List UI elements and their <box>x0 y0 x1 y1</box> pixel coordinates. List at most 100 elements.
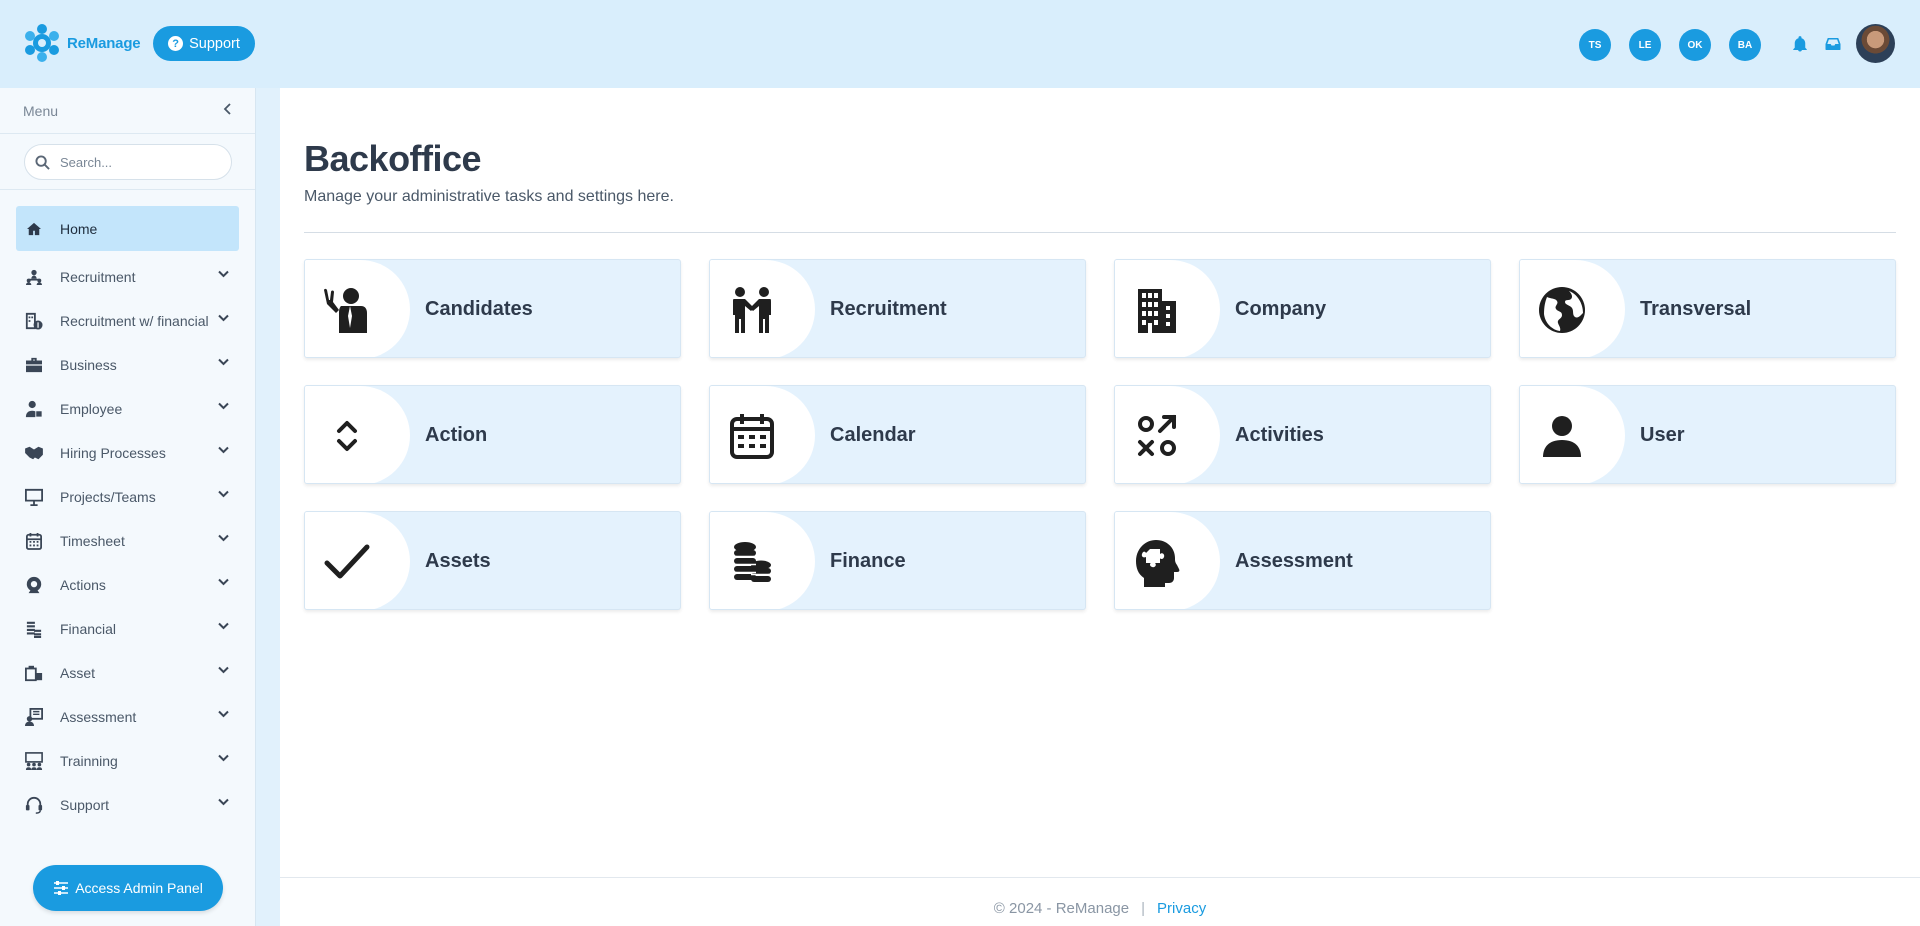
app-logo[interactable]: ReManage <box>22 23 141 63</box>
card-assessment[interactable]: Assessment <box>1114 511 1491 610</box>
people-handshake-icon <box>732 286 771 333</box>
sidebar-item-employee[interactable]: Employee <box>16 387 239 431</box>
chevron-down-icon <box>218 798 229 806</box>
sidebar-item-label: Employee <box>60 401 123 417</box>
user-chip-le[interactable]: LE <box>1629 29 1661 61</box>
card-label: Calendar <box>830 424 916 446</box>
chevron-down-icon <box>218 622 229 630</box>
logo-text: ReManage <box>67 34 141 52</box>
bell-icon[interactable] <box>1791 35 1809 53</box>
chevron-down-icon <box>218 710 229 718</box>
sidebar-item-business[interactable]: Business <box>16 343 239 387</box>
sidebar-item-hiring-processes[interactable]: Hiring Processes <box>16 431 239 475</box>
sidebar-item-home[interactable]: Home <box>16 206 239 251</box>
asset-icon <box>24 663 44 683</box>
sidebar-item-support[interactable]: Support <box>16 783 239 827</box>
search-input[interactable] <box>60 154 210 170</box>
card-recruitment[interactable]: Recruitment <box>709 259 1086 358</box>
card-candidates[interactable]: Candidates <box>304 259 681 358</box>
sidebar-nav: Home Recruitment Recruitment w/ financia… <box>0 190 255 827</box>
home-icon <box>24 219 44 239</box>
card-action[interactable]: Action <box>304 385 681 484</box>
sidebar-item-assessment[interactable]: Assessment <box>16 695 239 739</box>
card-label: Finance <box>830 550 906 572</box>
card-label: Assessment <box>1235 550 1353 572</box>
building-dollar-icon <box>24 311 44 331</box>
card-label: Candidates <box>425 298 533 320</box>
person-waving-icon <box>323 287 367 333</box>
chevron-down-icon <box>218 490 229 498</box>
sidebar-item-timesheet[interactable]: Timesheet <box>16 519 239 563</box>
card-calendar[interactable]: Calendar <box>709 385 1086 484</box>
card-activities[interactable]: Activities <box>1114 385 1491 484</box>
sidebar-item-financial[interactable]: Financial <box>16 607 239 651</box>
support-label: Support <box>189 35 240 52</box>
user-icon <box>1542 415 1581 457</box>
chevron-down-icon <box>218 270 229 278</box>
sidebar-item-label: Business <box>60 357 117 373</box>
sidebar: Menu Home Recruitment Recruitment w/ fin… <box>0 88 256 926</box>
card-assets[interactable]: Assets <box>304 511 681 610</box>
card-company[interactable]: Company <box>1114 259 1491 358</box>
sidebar-item-label: Recruitment <box>60 269 136 285</box>
chevron-down-icon <box>218 402 229 410</box>
card-transversal[interactable]: Transversal <box>1519 259 1896 358</box>
sidebar-item-recruitment[interactable]: Recruitment <box>16 255 239 299</box>
calendar-icon <box>729 413 774 459</box>
up-down-arrows-icon <box>336 420 357 451</box>
main-content: Backoffice Manage your administrative ta… <box>280 88 1920 926</box>
footer-separator: | <box>1141 899 1146 917</box>
card-user[interactable]: User <box>1519 385 1896 484</box>
card-label: Action <box>425 424 488 446</box>
calendar-icon <box>24 531 44 551</box>
logo-icon <box>25 24 59 62</box>
support-button[interactable]: ? Support <box>153 26 255 61</box>
user-avatar[interactable] <box>1856 24 1895 63</box>
building-icon <box>1137 288 1176 333</box>
presentation-icon <box>24 487 44 507</box>
sidebar-item-label: Trainning <box>60 753 118 769</box>
card-label: Company <box>1235 298 1327 320</box>
headset-icon <box>24 795 44 815</box>
assessment-icon <box>24 707 44 727</box>
sliders-icon <box>54 881 69 895</box>
sidebar-item-label: Asset <box>60 665 96 681</box>
user-tie-icon <box>24 399 44 419</box>
handshake-icon <box>24 443 44 463</box>
sidebar-item-label: Home <box>60 220 98 237</box>
globe-icon <box>1538 286 1585 333</box>
user-chip-ba[interactable]: BA <box>1729 29 1761 61</box>
actions-icon <box>24 575 44 595</box>
sidebar-item-label: Financial <box>60 621 117 637</box>
card-finance[interactable]: Finance <box>709 511 1086 610</box>
inbox-icon[interactable] <box>1824 35 1842 53</box>
user-chip-ts[interactable]: TS <box>1579 29 1611 61</box>
collapse-chevron-icon[interactable] <box>223 102 233 120</box>
card-label: Assets <box>425 550 491 572</box>
coins-icon <box>733 541 771 582</box>
user-chip-ok[interactable]: OK <box>1679 29 1711 61</box>
sidebar-item-asset[interactable]: Asset <box>16 651 239 695</box>
page-title: Backoffice <box>304 138 482 179</box>
privacy-link[interactable]: Privacy <box>1157 900 1206 917</box>
card-label: Activities <box>1235 424 1324 446</box>
card-label: Recruitment <box>830 298 947 320</box>
sidebar-item-projects-teams[interactable]: Projects/Teams <box>16 475 239 519</box>
sidebar-search[interactable] <box>24 144 232 180</box>
chevron-down-icon <box>218 578 229 586</box>
sidebar-search-wrap <box>0 134 255 190</box>
card-label: Transversal <box>1640 298 1752 320</box>
chevron-down-icon <box>218 666 229 674</box>
menu-label: Menu <box>23 102 59 119</box>
sidebar-item-label: Assessment <box>60 709 137 725</box>
briefcase-icon <box>24 355 44 375</box>
sidebar-item-label: Hiring Processes <box>60 445 166 461</box>
chevron-down-icon <box>218 314 229 322</box>
sidebar-item-label: Recruitment w/ financial <box>60 313 209 329</box>
admin-button-label: Access Admin Panel <box>75 880 203 896</box>
sidebar-item-training[interactable]: Trainning <box>16 739 239 783</box>
sidebar-item-recruitment-financial[interactable]: Recruitment w/ financial <box>16 299 239 343</box>
sidebar-item-actions[interactable]: Actions <box>16 563 239 607</box>
sidebar-item-label: Actions <box>60 577 106 593</box>
access-admin-panel-button[interactable]: Access Admin Panel <box>33 865 223 911</box>
